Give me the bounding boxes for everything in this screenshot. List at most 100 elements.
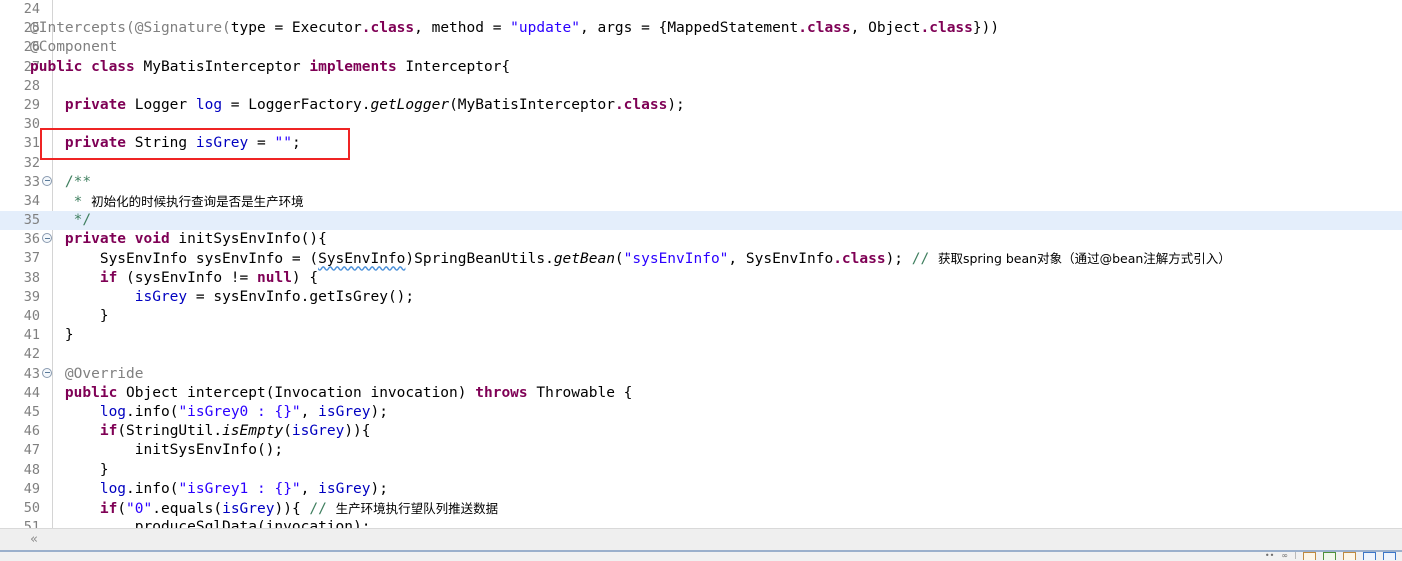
line-number: 30: [23, 116, 40, 133]
code-token: (sysEnvInfo !=: [126, 269, 257, 286]
code-line[interactable]: 47 initSysEnvInfo();: [0, 441, 1402, 460]
code-token: isGrey: [318, 403, 371, 420]
code-token: )SpringBeanUtils.: [405, 251, 554, 268]
code-token: SysEnvInfo: [318, 251, 406, 268]
taskbar-icon-group: •• ∞: [1265, 552, 1396, 561]
code-line[interactable]: 50 if("0".equals(isGrey)){ // 生产环境执行望队列推…: [0, 499, 1402, 518]
code-token: );: [667, 96, 685, 113]
scroll-left-chevron-icon[interactable]: «: [30, 532, 38, 547]
code-line[interactable]: 36 private void initSysEnvInfo(){: [0, 230, 1402, 249]
code-token: ,: [300, 403, 319, 420]
code-token: isGrey: [222, 500, 275, 517]
code-token: implements: [309, 58, 406, 75]
code-line[interactable]: 25 @Intercepts(@Signature(type = Executor…: [0, 19, 1402, 38]
code-token: ,: [300, 480, 319, 497]
code-token: .info(: [126, 403, 179, 420]
code-line[interactable]: 26 @Component: [0, 38, 1402, 57]
code-token: "isGrey1 : {}": [178, 480, 301, 497]
code-token: )){: [274, 500, 310, 517]
code-token: );: [370, 403, 388, 420]
code-line[interactable]: 39 isGrey = sysEnvInfo.getIsGrey();: [0, 288, 1402, 307]
code-token: ;: [291, 135, 301, 152]
code-token: "": [274, 135, 292, 152]
code-line[interactable]: 38 if (sysEnvInfo != null) {: [0, 269, 1402, 288]
code-token: 初始化的时候执行查询是否是生产环境: [91, 193, 304, 209]
code-line[interactable]: 45 log.info("isGrey0 : {}", isGrey);: [0, 403, 1402, 422]
code-line[interactable]: 32: [0, 154, 1402, 173]
code-token: Logger: [134, 96, 196, 113]
code-token: */: [30, 212, 92, 229]
code-token: private: [64, 135, 135, 152]
code-token: .class: [833, 251, 886, 268]
code-token: @Intercepts(@Signature(: [30, 20, 231, 37]
code-line-text: if (sysEnvInfo != null) {: [30, 269, 318, 288]
code-line[interactable]: 43 @Override: [0, 365, 1402, 384]
code-token: (: [614, 251, 624, 268]
code-token: @Component: [30, 39, 118, 56]
code-line-text: @Intercepts(@Signature(type = Executor.c…: [30, 19, 999, 38]
code-line[interactable]: 46 if(StringUtil.isEmpty(isGrey)){: [0, 422, 1402, 441]
code-token: .class: [920, 20, 973, 37]
code-token: );: [885, 251, 912, 268]
code-token: produceSqlData(invocation);: [30, 519, 371, 528]
taskbar[interactable]: •• ∞: [0, 550, 1402, 561]
code-line-text: log.info("isGrey0 : {}", isGrey);: [30, 403, 388, 422]
code-line[interactable]: 33 /**: [0, 173, 1402, 192]
code-token: log: [99, 403, 127, 420]
code-line[interactable]: 42: [0, 345, 1402, 364]
code-token: initSysEnvInfo();: [30, 442, 284, 459]
code-token: if: [99, 269, 127, 286]
code-line[interactable]: 51 produceSqlData(invocation);: [0, 518, 1402, 528]
code-line[interactable]: 31 private String isGrey = "";: [0, 134, 1402, 153]
code-token: "update": [510, 20, 581, 37]
code-line[interactable]: 40 }: [0, 307, 1402, 326]
code-line-text: }: [30, 326, 74, 345]
code-token: initSysEnvInfo(){: [178, 231, 327, 248]
code-line[interactable]: 29 private Logger log = LoggerFactory.ge…: [0, 96, 1402, 115]
code-token: getBean: [553, 251, 615, 268]
code-line[interactable]: 41 }: [0, 326, 1402, 345]
code-token: isEmpty: [222, 423, 284, 440]
code-line-text: private void initSysEnvInfo(){: [30, 230, 327, 249]
horizontal-scrollbar[interactable]: «: [0, 528, 1402, 551]
code-token: Object intercept(Invocation: [126, 384, 371, 401]
code-token: //: [911, 251, 938, 268]
code-line-text: @Component: [30, 38, 117, 57]
code-token: private void: [64, 231, 179, 248]
code-token: "0": [126, 500, 153, 517]
code-token: public: [64, 384, 127, 401]
code-line[interactable]: 27 public class MyBatisInterceptor implem…: [0, 58, 1402, 77]
code-line-text: isGrey = sysEnvInfo.getIsGrey();: [30, 288, 414, 307]
code-line[interactable]: 37 SysEnvInfo sysEnvInfo = (SysEnvInfo)S…: [0, 249, 1402, 268]
code-line[interactable]: 48 }: [0, 461, 1402, 480]
code-token: isGrey: [318, 480, 371, 497]
code-token: }: [30, 461, 109, 478]
code-token: .class: [361, 20, 415, 37]
code-line[interactable]: 49 log.info("isGrey1 : {}", isGrey);: [0, 480, 1402, 499]
code-token: "sysEnvInfo": [623, 251, 729, 268]
code-line[interactable]: 30: [0, 115, 1402, 134]
line-number: 28: [23, 77, 40, 94]
code-line[interactable]: 24: [0, 0, 1402, 19]
code-token: isGrey: [291, 423, 345, 440]
code-text-area[interactable]: 24 25 @Intercepts(@Signature(type = Execut…: [0, 0, 1402, 528]
code-token: );: [370, 480, 388, 497]
code-token: .class: [798, 20, 851, 37]
code-line[interactable]: 28: [0, 77, 1402, 96]
code-token: type: [230, 20, 266, 37]
code-token: = LoggerFactory.: [222, 96, 371, 113]
code-token: isGrey: [134, 288, 188, 305]
code-token: log: [99, 480, 127, 497]
code-line[interactable]: 44 public Object intercept(Invocation in…: [0, 384, 1402, 403]
code-line-text: */: [30, 211, 91, 230]
code-line[interactable]: 35 */: [0, 211, 1402, 231]
code-line[interactable]: 34 * 初始化的时候执行查询是否是生产环境: [0, 192, 1402, 211]
code-editor[interactable]: 24 25 @Intercepts(@Signature(type = Execut…: [0, 0, 1402, 561]
